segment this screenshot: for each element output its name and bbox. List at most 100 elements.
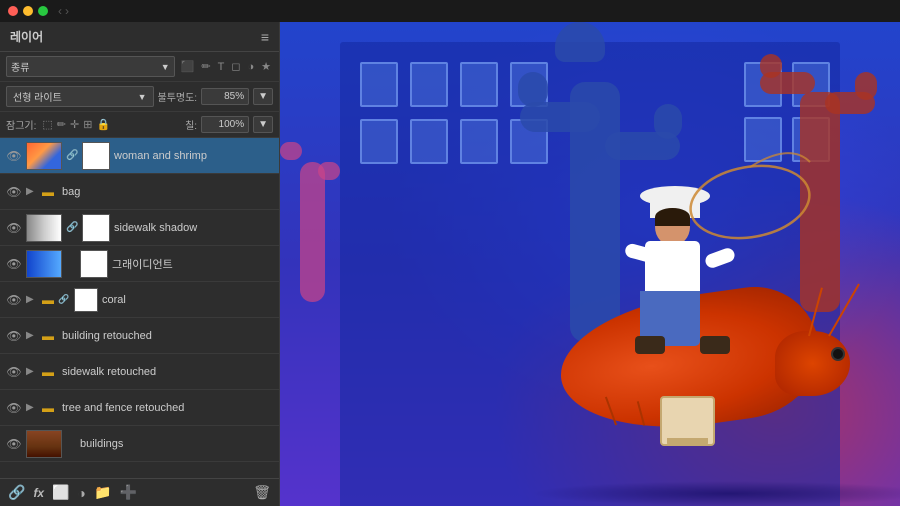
delete-layer-icon[interactable]: 🗑 xyxy=(253,484,271,501)
nav-chevrons: ‹ › xyxy=(58,4,69,18)
layer-name: buildings xyxy=(80,438,273,450)
chevron-down-icon: ▼ xyxy=(161,62,170,72)
layer-mask-thumbnail xyxy=(80,250,108,278)
blend-mode-chevron-icon: ▼ xyxy=(138,92,147,102)
blend-mode-label: 선형 라이트 xyxy=(13,89,62,104)
layer-effects-icon[interactable]: fx xyxy=(33,486,44,500)
traffic-lights xyxy=(8,6,48,16)
window-5 xyxy=(360,119,398,164)
layers-panel: 레이어 ≡ 종류 ▼ ⬛ ✏ T ◻ ◑ ★ 선형 라이트 ▼ 불투명도: 85… xyxy=(0,22,280,506)
visibility-icon[interactable]: 👁 xyxy=(6,257,22,271)
layer-mask-thumbnail xyxy=(74,288,98,312)
expand-icon[interactable]: ▶ xyxy=(26,402,38,413)
pixel-filter-icon[interactable]: ⬛ xyxy=(179,59,197,74)
layer-item-gradient[interactable]: 👁 그래이디언트 xyxy=(0,246,279,282)
layer-name: sidewalk retouched xyxy=(62,366,273,378)
create-group-icon[interactable]: 📁 xyxy=(94,484,111,501)
folder-icon: ▬ xyxy=(42,293,54,307)
visibility-icon[interactable]: 👁 xyxy=(6,329,22,343)
layer-item-coral[interactable]: 👁 ▶ ▬ 🔗 coral xyxy=(0,282,279,318)
lock-label: 잠그기: xyxy=(6,117,36,132)
layer-item-sidewalk-shadow[interactable]: 👁 🔗 sidewalk shadow xyxy=(0,210,279,246)
left-coral xyxy=(280,122,340,302)
layer-name: sidewalk shadow xyxy=(114,222,273,234)
fill-label: 칠: xyxy=(185,117,197,132)
expand-icon[interactable]: ▶ xyxy=(26,366,38,377)
folder-icon: ▬ xyxy=(42,401,54,415)
building-scene xyxy=(280,22,900,506)
mode-row: 선형 라이트 ▼ 불투명도: 85% ▼ xyxy=(0,82,279,112)
layer-mask-thumbnail xyxy=(82,142,110,170)
close-button[interactable] xyxy=(8,6,18,16)
maximize-button[interactable] xyxy=(38,6,48,16)
panel-footer: 🔗 fx ⬜ ◑ 📁 ➕ 🗑 xyxy=(0,478,279,506)
brush-filter-icon[interactable]: ✏ xyxy=(199,59,212,74)
lasso-rope xyxy=(660,132,820,252)
opacity-value: 85% xyxy=(224,91,244,102)
bag xyxy=(660,396,715,446)
layers-list: 👁 🔗 woman and shrimp 👁 ▶ ▬ bag 👁 🔗 sidew… xyxy=(0,138,279,478)
blend-mode-dropdown[interactable]: 선형 라이트 ▼ xyxy=(6,86,154,107)
lock-all-icon[interactable]: 🔒 xyxy=(96,118,110,131)
layer-mask-thumbnail xyxy=(82,214,110,242)
lock-transparent-icon[interactable]: ⬚ xyxy=(42,118,52,131)
expand-icon[interactable]: ▶ xyxy=(26,330,38,341)
folder-icon: ▬ xyxy=(42,365,54,379)
opacity-stepper[interactable]: ▼ xyxy=(253,88,273,105)
fill-stepper[interactable]: ▼ xyxy=(253,116,273,133)
layer-item-woman-and-shrimp[interactable]: 👁 🔗 woman and shrimp xyxy=(0,138,279,174)
adjustment-filter-icon[interactable]: ◑ xyxy=(245,60,256,74)
lock-move-icon[interactable]: ✛ xyxy=(70,118,79,131)
layer-name: coral xyxy=(102,294,273,306)
filter-row: 종류 ▼ ⬛ ✏ T ◻ ◑ ★ xyxy=(0,52,279,82)
window-1 xyxy=(360,62,398,107)
window-6 xyxy=(410,119,448,164)
add-mask-icon[interactable]: ⬜ xyxy=(52,484,69,501)
add-adjustment-icon[interactable]: ◑ xyxy=(78,485,86,501)
fill-input[interactable]: 100% xyxy=(201,116,249,133)
layer-thumbnail-woman xyxy=(26,142,62,170)
lock-icons: ⬚ ✏ ✛ ⊞ 🔒 xyxy=(42,118,110,131)
visibility-icon[interactable]: 👁 xyxy=(6,293,22,307)
create-layer-icon[interactable]: ➕ xyxy=(119,484,136,501)
text-filter-icon[interactable]: T xyxy=(216,60,227,74)
layer-thumbnail-buildings xyxy=(26,430,62,458)
fill-row: 칠: 100% ▼ xyxy=(185,116,273,133)
window-chrome: ‹ › xyxy=(0,0,900,22)
smart-filter-icon[interactable]: ★ xyxy=(259,59,273,74)
layer-item-buildings[interactable]: 👁 buildings xyxy=(0,426,279,462)
minimize-button[interactable] xyxy=(23,6,33,16)
visibility-icon[interactable]: 👁 xyxy=(6,221,22,235)
lock-paint-icon[interactable]: ✏ xyxy=(57,118,66,131)
link-layers-icon[interactable]: 🔗 xyxy=(8,484,25,501)
panel-menu-icon[interactable]: ≡ xyxy=(261,29,269,45)
visibility-icon[interactable]: 👁 xyxy=(6,149,22,163)
shape-filter-icon[interactable]: ◻ xyxy=(229,59,242,74)
layer-thumbnail-shadow xyxy=(26,214,62,242)
folder-icon: ▬ xyxy=(42,329,54,343)
visibility-icon[interactable]: 👁 xyxy=(6,185,22,199)
filter-icons: ⬛ ✏ T ◻ ◑ ★ xyxy=(179,59,273,74)
layer-item-sidewalk-retouched[interactable]: 👁 ▶ ▬ sidewalk retouched xyxy=(0,354,279,390)
visibility-icon[interactable]: 👁 xyxy=(6,365,22,379)
layer-name: 그래이디언트 xyxy=(112,256,273,272)
window-2 xyxy=(410,62,448,107)
expand-icon[interactable]: ▶ xyxy=(26,186,38,197)
filter-label: 종류 xyxy=(11,59,29,74)
layer-item-bag[interactable]: 👁 ▶ ▬ bag xyxy=(0,174,279,210)
expand-icon[interactable]: ▶ xyxy=(26,294,38,305)
lock-row: 잠그기: ⬚ ✏ ✛ ⊞ 🔒 칠: 100% ▼ xyxy=(0,112,279,138)
layer-item-tree-fence[interactable]: 👁 ▶ ▬ tree and fence retouched xyxy=(0,390,279,426)
layer-chain-icon: 🔗 xyxy=(58,294,70,305)
fill-value: 100% xyxy=(219,119,245,130)
chevron-left-icon: ‹ xyxy=(58,4,62,18)
opacity-label: 불투명도: xyxy=(158,89,198,104)
opacity-input[interactable]: 85% xyxy=(201,88,249,105)
layer-name: building retouched xyxy=(62,330,273,342)
visibility-icon[interactable]: 👁 xyxy=(6,401,22,415)
panel-header: 레이어 ≡ xyxy=(0,22,279,52)
visibility-icon[interactable]: 👁 xyxy=(6,437,22,451)
layer-item-building-retouched[interactable]: 👁 ▶ ▬ building retouched xyxy=(0,318,279,354)
lock-artboard-icon[interactable]: ⊞ xyxy=(83,118,92,131)
filter-dropdown[interactable]: 종류 ▼ xyxy=(6,56,175,77)
